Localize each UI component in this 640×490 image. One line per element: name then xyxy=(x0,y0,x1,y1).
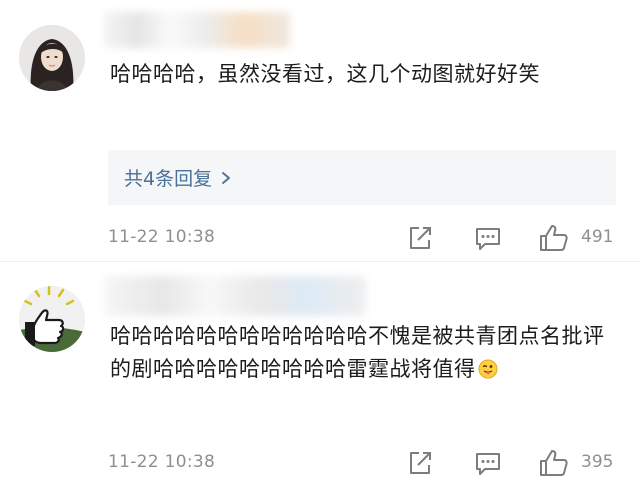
view-replies-link[interactable]: 共4条回复 xyxy=(124,164,232,191)
avatar[interactable] xyxy=(19,286,85,352)
comment-button[interactable] xyxy=(473,223,503,253)
replies-panel: 共4条回复 xyxy=(108,150,616,205)
like-button[interactable] xyxy=(538,448,570,478)
comment-text-body: 哈哈哈哈哈哈哈哈哈哈哈哈不愧是被共青团点名批评的剧哈哈哈哈哈哈哈哈哈雷霆战将值得 xyxy=(110,324,605,381)
comment-text: 哈哈哈哈哈哈哈哈哈哈哈哈不愧是被共青团点名批评的剧哈哈哈哈哈哈哈哈哈雷霆战将值得 xyxy=(110,320,620,386)
like-count: 491 xyxy=(581,227,614,247)
username-blurred[interactable] xyxy=(104,276,366,316)
comment-meta-bar: 11-22 10:38 395 xyxy=(0,446,640,480)
thumbs-up-icon xyxy=(540,450,568,476)
share-icon xyxy=(410,227,431,249)
share-icon xyxy=(410,452,431,474)
thumbs-up-icon xyxy=(540,225,568,251)
avatar-image xyxy=(19,25,85,91)
timestamp: 11-22 10:38 xyxy=(108,227,216,247)
comment-button[interactable] xyxy=(473,448,503,478)
replies-count-label: 共4条回复 xyxy=(124,168,213,190)
avatar[interactable] xyxy=(19,25,85,91)
comment-item: 哈哈哈哈，虽然没看过，这几个动图就好好笑 共4条回复 11-22 10:38 4… xyxy=(0,0,640,262)
tongue-out-emoji-icon xyxy=(478,359,497,379)
chevron-right-icon xyxy=(222,171,230,184)
username-blurred[interactable] xyxy=(104,12,290,48)
comment-item: 哈哈哈哈哈哈哈哈哈哈哈哈不愧是被共青团点名批评的剧哈哈哈哈哈哈哈哈哈雷霆战将值得… xyxy=(0,262,640,490)
comment-meta-bar: 11-22 10:38 491 xyxy=(0,221,640,255)
comment-icon xyxy=(476,228,500,250)
comment-icon xyxy=(476,453,500,475)
like-button[interactable] xyxy=(538,223,570,253)
avatar-image xyxy=(19,286,85,352)
like-count: 395 xyxy=(581,452,614,472)
comment-text: 哈哈哈哈，虽然没看过，这几个动图就好好笑 xyxy=(110,62,540,86)
share-button[interactable] xyxy=(405,448,435,478)
timestamp: 11-22 10:38 xyxy=(108,452,216,472)
share-button[interactable] xyxy=(405,223,435,253)
